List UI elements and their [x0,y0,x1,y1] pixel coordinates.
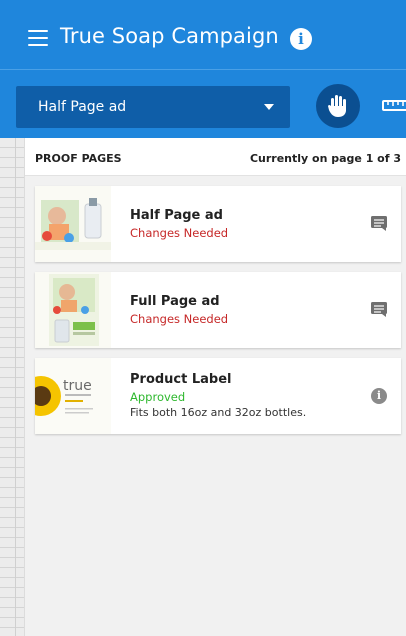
proof-pages-panel: PROOF PAGES Currently on page 1 of 3 Hal… [24,138,406,636]
card-title: Full Page ad [130,294,220,309]
comment-icon[interactable] [371,216,387,231]
page-select[interactable]: Half Page ad [16,86,290,128]
proof-pages-label: PROOF PAGES [35,152,122,165]
status-label: Changes Needed [130,226,229,240]
proof-page-card[interactable]: Full Page ad Changes Needed [35,272,401,348]
status-label: Approved [130,390,186,404]
info-icon[interactable]: i [371,388,387,404]
comment-icon[interactable] [371,302,387,317]
pan-tool-button[interactable] [316,84,360,128]
proof-page-card[interactable]: Half Page ad Changes Needed [35,186,401,262]
hand-icon [328,95,346,117]
caret-down-icon [264,104,274,110]
app-header: True Soap Campaign i Half Page ad [0,0,406,138]
card-title: Product Label [130,372,232,387]
proof-page-card[interactable]: true Product Label Approved Fits both 16… [35,358,401,434]
top-bar: True Soap Campaign i [0,0,406,78]
page-position: Currently on page 1 of 3 [249,152,401,165]
gutter-line [6,138,16,636]
menu-icon[interactable] [28,30,48,46]
ruler-icon [382,100,406,111]
app-title: True Soap Campaign [60,24,279,48]
ruler-tool-button[interactable] [382,96,406,116]
status-label: Changes Needed [130,312,229,326]
half-page-ad-thumbnail [35,186,111,262]
full-page-ad-thumbnail [35,272,111,348]
card-title: Half Page ad [130,208,223,223]
proof-pages-header: PROOF PAGES Currently on page 1 of 3 [25,138,406,176]
product-label-thumbnail: true [35,358,111,434]
page-select-value: Half Page ad [38,99,127,115]
thumb-brand-text: true [63,378,92,394]
card-note: Fits both 16oz and 32oz bottles. [130,406,307,419]
info-icon[interactable]: i [290,28,312,50]
header-divider [0,69,406,70]
